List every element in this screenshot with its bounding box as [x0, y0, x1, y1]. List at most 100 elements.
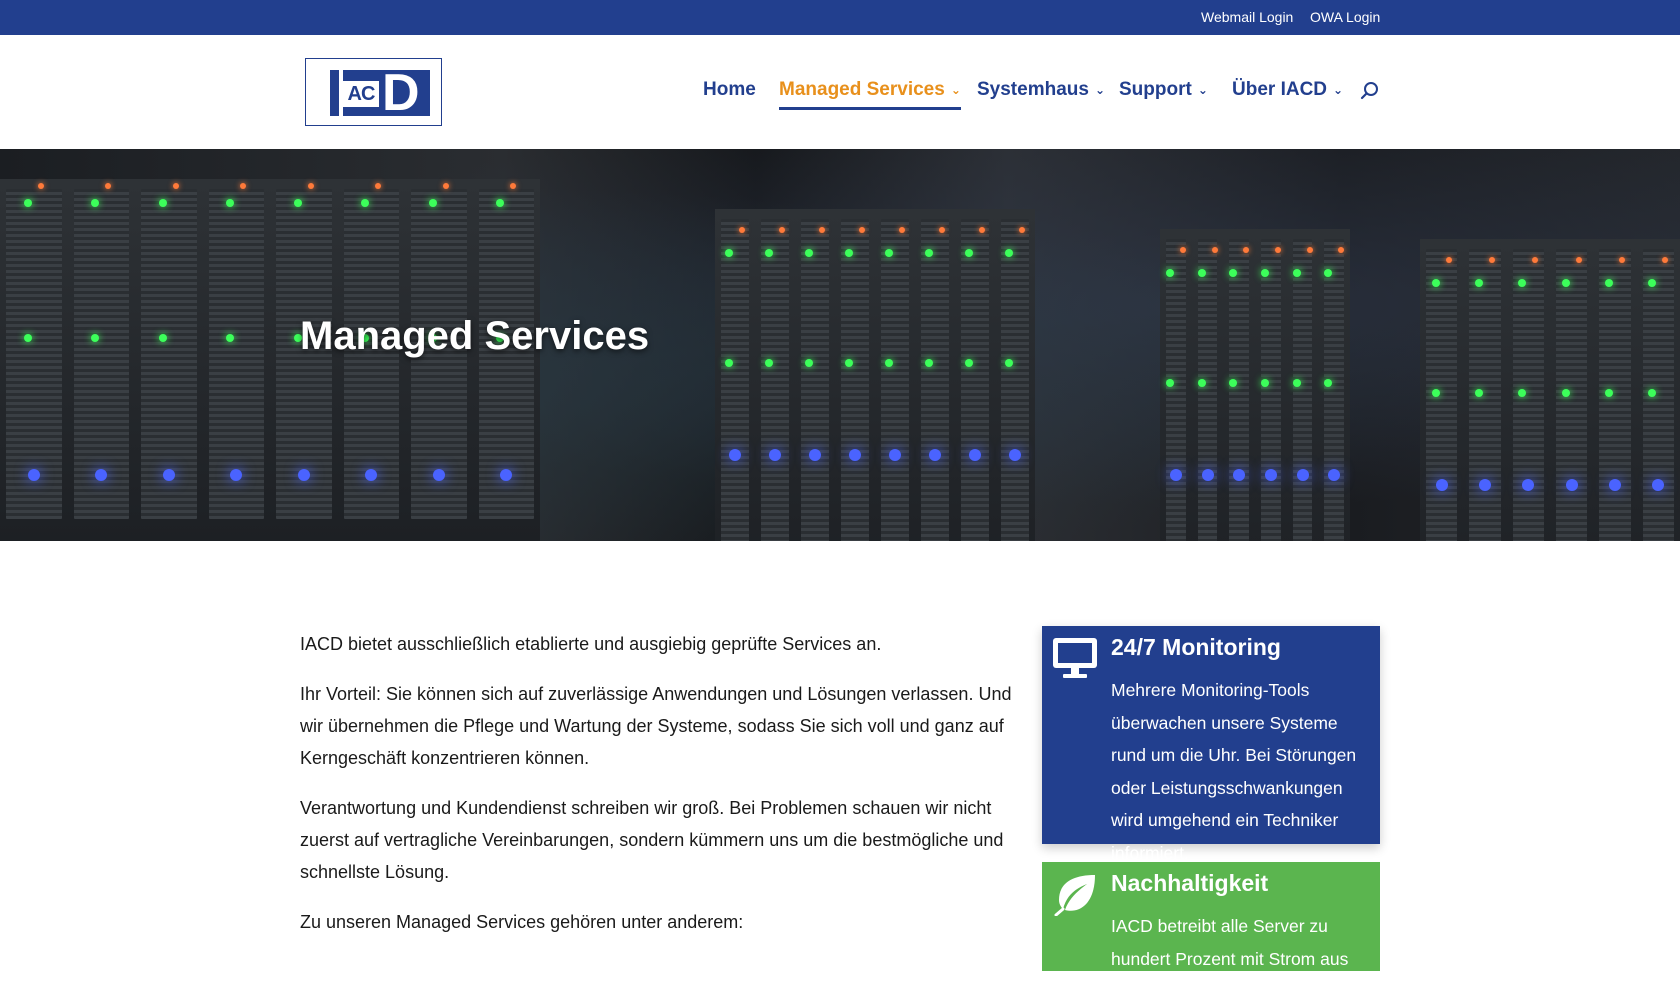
nav-home[interactable]: Home [703, 79, 756, 101]
blue-led [162, 469, 175, 481]
blue-led [1201, 469, 1214, 481]
orange-led [979, 227, 985, 233]
server-slot [1229, 239, 1249, 541]
green-led [1197, 379, 1206, 387]
top-bar: Webmail Login OWA Login [0, 0, 1680, 35]
blue-led [769, 449, 781, 461]
server-slot [1197, 239, 1218, 541]
orange-led [779, 227, 785, 233]
green-led [1165, 379, 1174, 387]
owa-login-link[interactable]: OWA Login [1310, 9, 1380, 25]
green-led [1165, 269, 1174, 277]
server-slot [1512, 249, 1544, 541]
nav-managed-services-label: Managed Services [779, 79, 945, 100]
green-led [965, 359, 973, 367]
logo-ac: AC [343, 81, 379, 107]
server-slot [1001, 219, 1029, 541]
green-led [1605, 389, 1613, 397]
orange-led [1211, 247, 1218, 253]
green-led [1475, 279, 1483, 287]
server-slot [761, 219, 789, 541]
blue-led [889, 449, 901, 461]
green-led [845, 249, 853, 257]
iacd-logo[interactable]: AC D [305, 58, 442, 126]
green-led [23, 334, 32, 342]
green-led [925, 249, 933, 257]
intro-paragraph: IACD bietet ausschließlich etablierte un… [300, 634, 882, 654]
green-led [885, 359, 893, 367]
chevron-down-icon: ⌄ [950, 82, 961, 97]
green-led [23, 199, 32, 207]
blue-led [1479, 479, 1491, 491]
orange-led [819, 227, 825, 233]
blue-led [969, 449, 981, 461]
orange-led [1445, 257, 1452, 263]
blue-led [1296, 469, 1309, 481]
orange-led [37, 183, 44, 189]
green-led [428, 199, 437, 207]
orange-led [442, 183, 449, 189]
main-content: IACD bietet ausschließlich etablierte un… [300, 628, 1012, 956]
server-rack [715, 209, 1035, 541]
green-led [805, 249, 813, 257]
green-led [1292, 379, 1301, 387]
server-slot [961, 219, 989, 541]
server-slot [1166, 239, 1186, 541]
blue-led [1169, 469, 1182, 481]
server-slot [841, 219, 869, 541]
green-led [158, 199, 167, 207]
search-icon[interactable] [1360, 81, 1380, 101]
blue-led [27, 469, 40, 481]
blue-led [1009, 449, 1021, 461]
monitoring-card-title: 24/7 Monitoring [1111, 634, 1281, 660]
orange-led [1179, 247, 1186, 253]
orange-led [307, 183, 314, 189]
green-led [1005, 249, 1013, 257]
server-rack [1160, 229, 1350, 541]
orange-led [1619, 257, 1625, 263]
server-slot [801, 219, 829, 541]
sustainability-card-title: Nachhaltigkeit [1111, 870, 1269, 896]
server-slot [1292, 239, 1313, 541]
nav-systemhaus-label: Systemhaus [977, 79, 1089, 100]
server-slot [1556, 249, 1588, 541]
blue-led [849, 449, 861, 461]
monitoring-card-text: Mehrere Monitoring-Tools überwachen unse… [1111, 680, 1357, 863]
site-header: AC D Home Managed Services ⌄ Systemhaus ⌄ … [0, 35, 1680, 149]
nav-ueber-iacd-label: Über IACD [1232, 79, 1328, 100]
blue-led [432, 469, 445, 481]
green-led [765, 249, 773, 257]
green-led [1475, 389, 1483, 397]
green-led [293, 199, 302, 207]
nav-ueber-iacd[interactable]: Über IACD ⌄ [1232, 79, 1343, 101]
green-led [1197, 269, 1206, 277]
blue-led [929, 449, 941, 461]
orange-led [859, 227, 865, 233]
green-led [805, 359, 813, 367]
nav-home-label: Home [703, 79, 756, 100]
green-led [845, 359, 853, 367]
webmail-login-link[interactable]: Webmail Login [1201, 9, 1293, 25]
green-led [158, 334, 167, 342]
orange-led [939, 227, 945, 233]
services-intro-paragraph: Zu unseren Managed Services gehören unte… [300, 912, 744, 932]
nav-managed-services[interactable]: Managed Services ⌄ [779, 79, 961, 110]
leaf-icon [1054, 875, 1095, 916]
orange-led [899, 227, 905, 233]
green-led [885, 249, 893, 257]
green-led [1605, 279, 1613, 287]
server-slot [881, 219, 909, 541]
green-led [1431, 279, 1440, 287]
server-slot [1469, 249, 1501, 541]
green-led [1431, 389, 1440, 397]
green-led [1005, 359, 1013, 367]
hero-banner: Managed Services [0, 149, 1680, 541]
nav-support[interactable]: Support ⌄ [1119, 79, 1208, 101]
page-title: Managed Services [300, 314, 650, 358]
monitor-icon [1053, 638, 1097, 678]
logo-d: D [382, 64, 420, 122]
nav-systemhaus[interactable]: Systemhaus ⌄ [977, 79, 1105, 101]
server-slot [1261, 239, 1281, 541]
orange-led [1489, 257, 1495, 263]
blue-led [1435, 479, 1448, 491]
